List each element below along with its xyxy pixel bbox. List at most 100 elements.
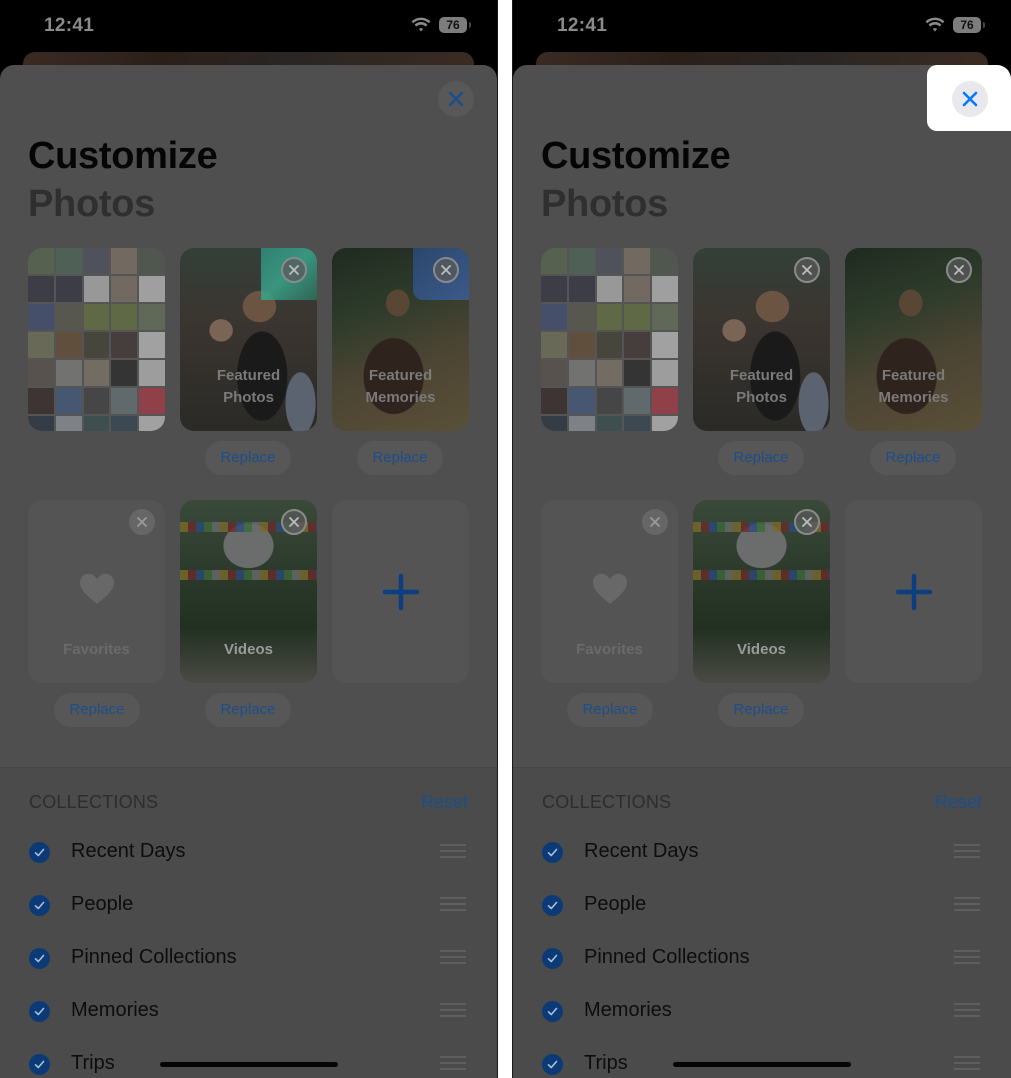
status-bar: 12:41 76 bbox=[513, 0, 1011, 52]
library-thumbnail bbox=[568, 416, 595, 431]
drag-handle-icon[interactable] bbox=[954, 950, 980, 966]
collection-row[interactable]: Pinned Collections bbox=[0, 938, 497, 978]
featured-photos-tile[interactable]: Featured Photos bbox=[693, 248, 830, 431]
library-thumbnail bbox=[28, 304, 54, 330]
collection-row[interactable]: Recent Days bbox=[513, 832, 1011, 872]
collection-label: Pinned Collections bbox=[71, 946, 237, 968]
remove-favorites-button[interactable] bbox=[642, 509, 668, 535]
checkmark-icon[interactable] bbox=[542, 1001, 563, 1022]
library-thumbnail bbox=[652, 248, 678, 274]
customize-sheet: Customize Photos Featured Photos Feature… bbox=[0, 65, 497, 1078]
drag-handle-icon[interactable] bbox=[954, 1003, 980, 1019]
drag-handle-icon[interactable] bbox=[440, 950, 466, 966]
library-thumbnail bbox=[568, 332, 595, 358]
collection-row[interactable]: Recent Days bbox=[0, 832, 497, 872]
remove-videos-button[interactable] bbox=[281, 509, 307, 535]
library-thumbnail bbox=[28, 416, 54, 431]
remove-featured-photos-button[interactable] bbox=[281, 257, 307, 283]
favorites-tile[interactable]: Favorites bbox=[28, 500, 165, 683]
library-thumbnail bbox=[624, 276, 651, 302]
collection-row[interactable]: Memories bbox=[513, 991, 1011, 1031]
drag-handle-icon[interactable] bbox=[440, 1056, 466, 1072]
checkmark-icon[interactable] bbox=[29, 842, 50, 863]
library-tile[interactable] bbox=[541, 248, 678, 431]
featured-memories-tile[interactable]: Featured Memories bbox=[332, 248, 469, 431]
library-tile[interactable] bbox=[28, 248, 165, 431]
checkmark-icon[interactable] bbox=[542, 948, 563, 969]
replace-featured-memories-button[interactable]: Replace bbox=[870, 441, 956, 475]
tile-label: Favorites bbox=[63, 641, 130, 658]
remove-featured-photos-button[interactable] bbox=[794, 257, 820, 283]
heart-icon bbox=[592, 573, 627, 604]
collection-row[interactable]: Memories bbox=[0, 991, 497, 1031]
library-thumbnail bbox=[541, 304, 567, 330]
add-collection-tile[interactable] bbox=[845, 500, 982, 683]
collection-label: Memories bbox=[584, 999, 672, 1021]
check-glyph bbox=[34, 848, 45, 857]
videos-tile[interactable]: Videos bbox=[180, 500, 317, 683]
library-thumbnail bbox=[596, 388, 623, 414]
collection-row[interactable]: Trips bbox=[0, 1044, 497, 1078]
checkmark-icon[interactable] bbox=[29, 948, 50, 969]
library-thumbnail bbox=[139, 360, 165, 386]
replace-favorites-button[interactable]: Replace bbox=[567, 693, 653, 727]
tile-label: Featured Memories bbox=[878, 367, 949, 406]
phone-screen-before: 12:41 76 Customize Photos Featured Photo… bbox=[0, 0, 498, 1078]
checkmark-icon[interactable] bbox=[29, 1054, 50, 1075]
library-thumbnail bbox=[28, 360, 54, 386]
drag-handle-icon[interactable] bbox=[954, 897, 980, 913]
library-thumbnail bbox=[83, 416, 110, 431]
remove-videos-button[interactable] bbox=[794, 509, 820, 535]
library-thumbnail bbox=[83, 276, 110, 302]
close-icon bbox=[650, 517, 660, 527]
replace-featured-memories-button[interactable]: Replace bbox=[357, 441, 443, 475]
collection-row[interactable]: People bbox=[0, 885, 497, 925]
status-time: 12:41 bbox=[557, 15, 608, 36]
remove-featured-memories-button[interactable] bbox=[433, 257, 459, 283]
reset-button[interactable]: Reset bbox=[935, 792, 982, 813]
drag-handle-icon[interactable] bbox=[440, 1003, 466, 1019]
checkmark-icon[interactable] bbox=[542, 842, 563, 863]
collection-row[interactable]: Trips bbox=[513, 1044, 1011, 1078]
replace-favorites-button[interactable]: Replace bbox=[54, 693, 140, 727]
checkmark-icon[interactable] bbox=[542, 1054, 563, 1075]
check-glyph bbox=[34, 954, 45, 963]
drag-handle-icon[interactable] bbox=[440, 897, 466, 913]
library-thumbnail bbox=[55, 416, 82, 431]
collections-header: COLLECTIONS bbox=[542, 792, 672, 812]
favorites-tile[interactable]: Favorites bbox=[541, 500, 678, 683]
home-indicator bbox=[160, 1062, 338, 1067]
replace-featured-photos-button[interactable]: Replace bbox=[205, 441, 291, 475]
close-button[interactable] bbox=[438, 81, 474, 117]
collection-label: Trips bbox=[584, 1052, 628, 1074]
collection-row[interactable]: People bbox=[513, 885, 1011, 925]
tile-label: Featured Photos bbox=[729, 367, 794, 406]
replace-featured-photos-button[interactable]: Replace bbox=[718, 441, 804, 475]
videos-tile[interactable]: Videos bbox=[693, 500, 830, 683]
drag-handle-icon[interactable] bbox=[954, 1056, 980, 1072]
drag-handle-icon[interactable] bbox=[954, 844, 980, 860]
remove-favorites-button[interactable] bbox=[129, 509, 155, 535]
library-thumbnail bbox=[55, 304, 82, 330]
reset-button[interactable]: Reset bbox=[421, 792, 468, 813]
close-button[interactable] bbox=[952, 81, 988, 117]
replace-videos-button[interactable]: Replace bbox=[205, 693, 291, 727]
featured-photos-tile[interactable]: Featured Photos bbox=[180, 248, 317, 431]
library-thumbnail bbox=[83, 360, 110, 386]
customize-sheet: Customize Photos Featured Photos Feature… bbox=[513, 65, 1011, 1078]
checkmark-icon[interactable] bbox=[29, 1001, 50, 1022]
checkmark-icon[interactable] bbox=[542, 895, 563, 916]
status-bar: 12:41 76 bbox=[0, 0, 497, 52]
remove-featured-memories-button[interactable] bbox=[946, 257, 972, 283]
library-thumbnail bbox=[55, 276, 82, 302]
collection-row[interactable]: Pinned Collections bbox=[513, 938, 1011, 978]
collection-label: Recent Days bbox=[71, 840, 186, 862]
drag-handle-icon[interactable] bbox=[440, 844, 466, 860]
status-time: 12:41 bbox=[44, 15, 95, 36]
featured-memories-tile[interactable]: Featured Memories bbox=[845, 248, 982, 431]
check-glyph bbox=[547, 1007, 558, 1016]
checkmark-icon[interactable] bbox=[29, 895, 50, 916]
add-collection-tile[interactable] bbox=[332, 500, 469, 683]
library-thumbnail bbox=[568, 360, 595, 386]
replace-videos-button[interactable]: Replace bbox=[718, 693, 804, 727]
